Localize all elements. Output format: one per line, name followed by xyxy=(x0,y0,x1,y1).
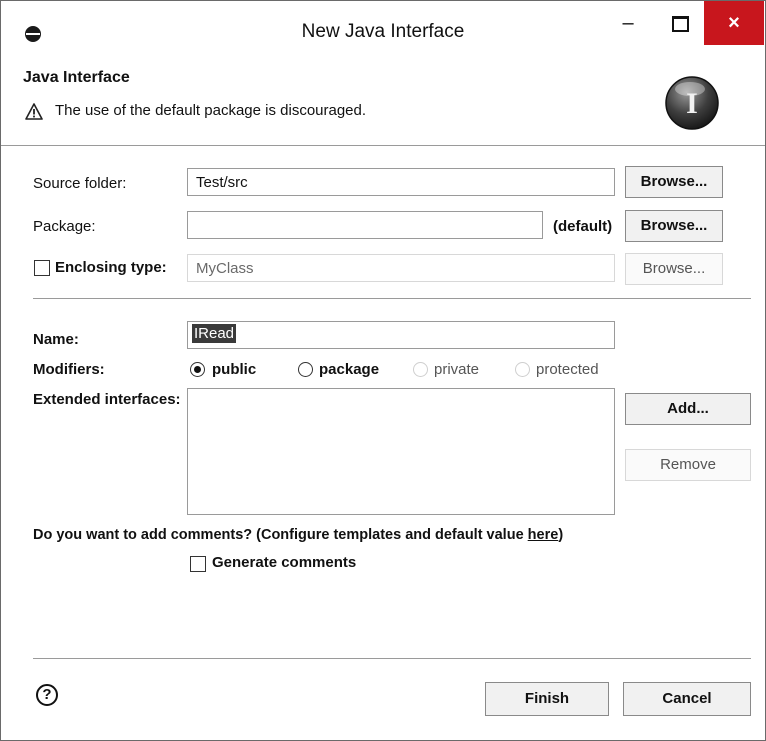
interface-wizard-icon: I xyxy=(665,76,719,130)
extended-interfaces-label: Extended interfaces: xyxy=(33,391,181,408)
enclosing-type-checkbox[interactable] xyxy=(34,260,50,276)
modifier-protected-radio[interactable] xyxy=(515,362,530,377)
package-field[interactable] xyxy=(187,211,543,239)
package-label: Package: xyxy=(33,218,96,235)
maximize-button[interactable] xyxy=(657,1,703,45)
generate-comments-label: Generate comments xyxy=(212,554,357,571)
source-folder-browse-button[interactable]: Browse... xyxy=(625,166,723,198)
name-field-selected-text: IRead xyxy=(192,324,237,343)
section-separator xyxy=(33,298,751,299)
comments-question: Do you want to add comments? (Configure … xyxy=(33,527,563,543)
package-browse-button[interactable]: Browse... xyxy=(625,210,723,242)
name-label: Name: xyxy=(33,331,79,348)
modifier-public-label: public xyxy=(212,361,257,378)
enclosing-type-field[interactable]: MyClass xyxy=(187,254,615,282)
modifier-package-radio[interactable] xyxy=(298,362,313,377)
source-folder-label: Source folder: xyxy=(33,175,127,192)
remove-interface-button[interactable]: Remove xyxy=(625,449,751,481)
generate-comments-checkbox[interactable] xyxy=(190,556,206,572)
maximize-icon xyxy=(671,15,689,32)
footer-separator xyxy=(33,658,751,659)
banner-title: Java Interface xyxy=(23,69,130,86)
dialog-window: New Java Interface – × Java Interface Th… xyxy=(0,0,766,741)
modifiers-label: Modifiers: xyxy=(33,361,105,378)
modifier-private-radio[interactable] xyxy=(413,362,428,377)
close-button[interactable]: × xyxy=(704,1,764,45)
source-folder-field[interactable]: Test/src xyxy=(187,168,615,196)
minimize-button[interactable]: – xyxy=(605,1,651,45)
help-button[interactable]: ? xyxy=(36,684,58,706)
extended-interfaces-list[interactable] xyxy=(187,388,615,515)
help-icon: ? xyxy=(42,686,52,703)
comments-question-text: Do you want to add comments? (Configure … xyxy=(33,527,528,543)
warning-icon xyxy=(25,103,43,120)
name-field[interactable]: IRead xyxy=(187,321,615,349)
header-banner: Java Interface The use of the default pa… xyxy=(1,55,765,145)
configure-templates-link[interactable]: here xyxy=(528,527,559,543)
modifier-package-label: package xyxy=(319,361,380,378)
banner-separator xyxy=(1,145,765,146)
add-interface-button[interactable]: Add... xyxy=(625,393,751,425)
modifier-protected-label: protected xyxy=(536,361,599,378)
package-default-label: (default) xyxy=(553,218,613,235)
modifier-private-label: private xyxy=(434,361,480,378)
enclosing-type-label: Enclosing type: xyxy=(55,259,167,276)
modifier-public-radio[interactable] xyxy=(190,362,205,377)
finish-button[interactable]: Finish xyxy=(485,682,609,716)
title-bar: New Java Interface – × xyxy=(1,1,765,55)
enclosing-type-browse-button[interactable]: Browse... xyxy=(625,253,723,285)
comments-question-end: ) xyxy=(558,527,564,543)
cancel-button[interactable]: Cancel xyxy=(623,682,751,716)
banner-message: The use of the default package is discou… xyxy=(55,102,367,119)
interface-wizard-letter: I xyxy=(686,87,698,120)
